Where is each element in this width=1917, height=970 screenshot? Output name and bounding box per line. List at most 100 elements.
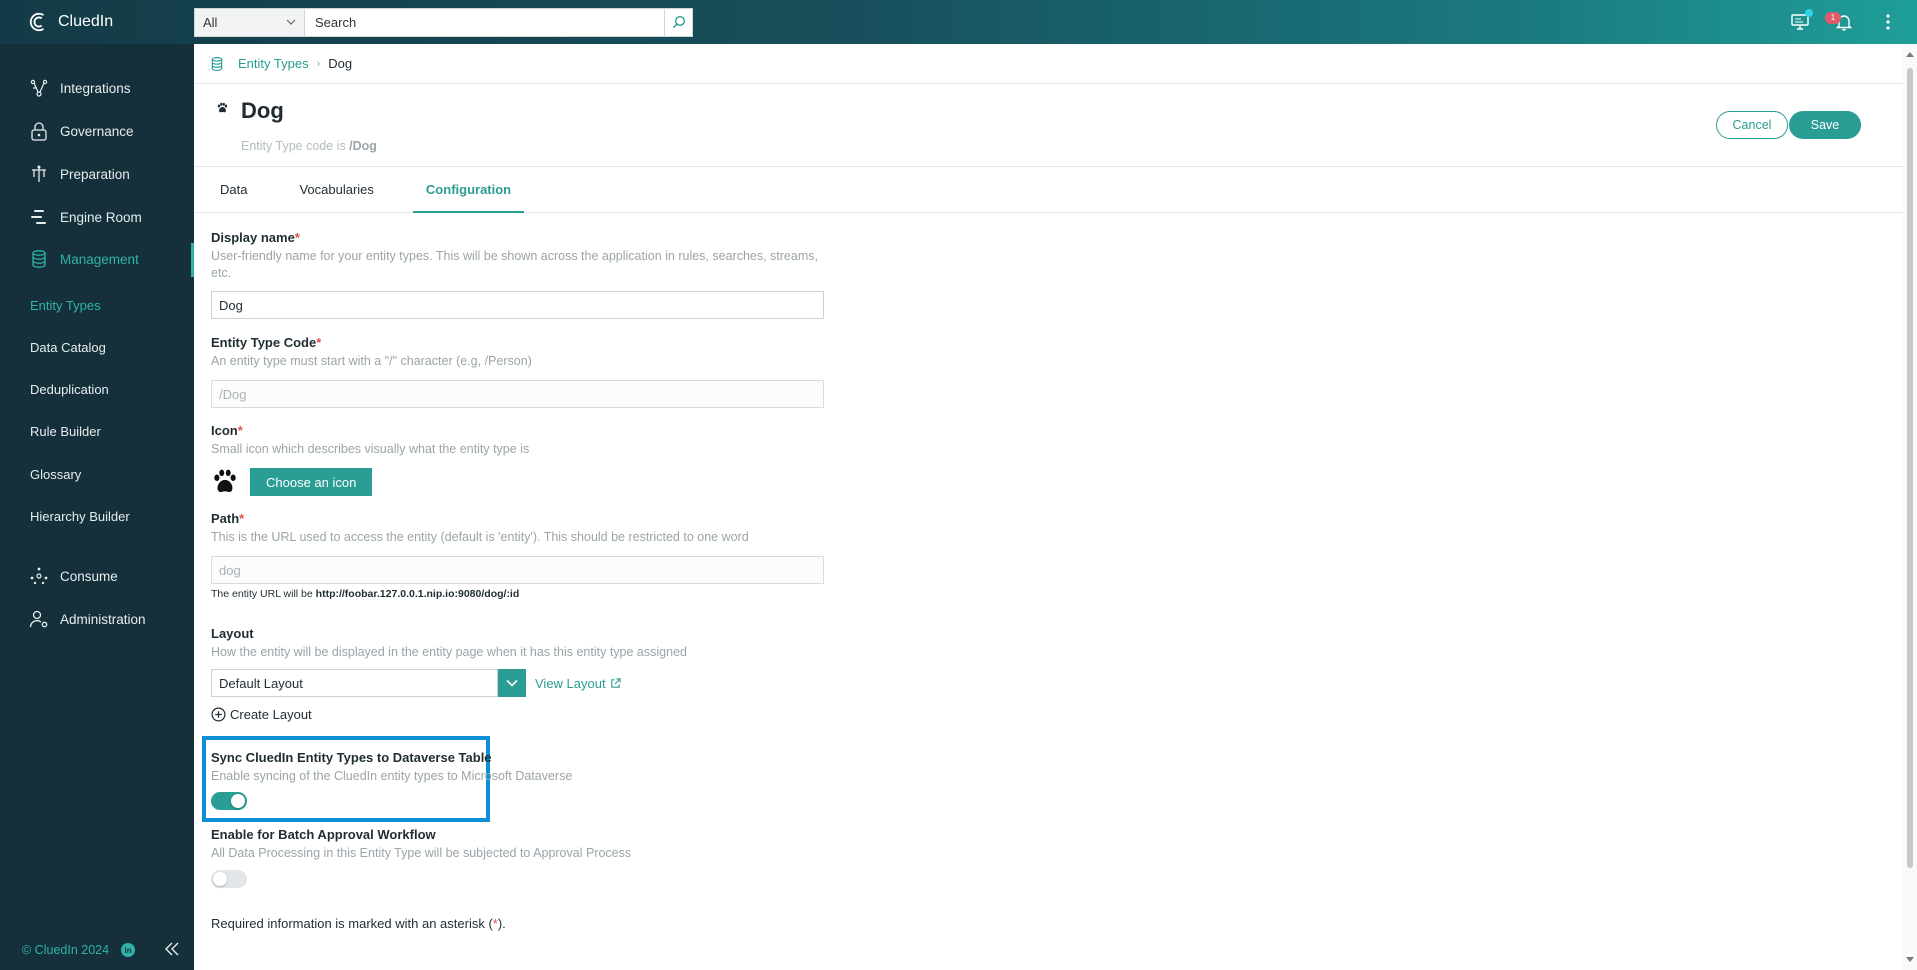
sidebar-subitem-rule-builder[interactable]: Rule Builder	[0, 416, 194, 446]
search-input[interactable]	[304, 7, 664, 37]
search-scope-value: All	[203, 14, 218, 30]
required-asterisk: *	[239, 511, 245, 526]
chevron-down-icon	[506, 679, 518, 687]
display-name-label: Display name*	[211, 230, 821, 245]
cancel-button[interactable]: Cancel	[1716, 111, 1788, 139]
sidebar-item-consume[interactable]: Consume	[0, 558, 194, 594]
sync-dataverse-toggle[interactable]	[211, 792, 247, 810]
main-content: Entity Types › Dog Dog Entity Type code …	[194, 44, 1903, 970]
sync-dataverse-help: Enable syncing of the CluedIn entity typ…	[211, 769, 573, 783]
external-link-icon	[610, 678, 621, 688]
breadcrumb-current: Dog	[328, 56, 353, 71]
icon-label: Icon*	[211, 423, 529, 438]
view-layout-label: View Layout	[535, 676, 606, 691]
entity-url-prefix: The entity URL will be	[211, 588, 316, 600]
path-group: Path* This is the URL used to access the…	[211, 511, 749, 546]
view-layout-link[interactable]: View Layout	[535, 676, 621, 691]
batch-approval-help: All Data Processing in this Entity Type …	[211, 846, 632, 860]
breadcrumb-link-entity-types[interactable]: Entity Types	[238, 56, 309, 71]
sidebar-item-label: Management	[60, 251, 139, 267]
display-name-label-text: Display name	[211, 230, 295, 245]
save-button[interactable]: Save	[1789, 111, 1861, 139]
sidebar-item-label: Administration	[60, 611, 146, 627]
sidebar-item-management[interactable]: Management	[0, 241, 194, 277]
display-name-input[interactable]	[211, 291, 824, 319]
layout-select[interactable]: Default Layout	[211, 669, 526, 697]
batch-approval-label: Enable for Batch Approval Workflow	[211, 827, 436, 842]
required-note-suffix: ).	[497, 916, 506, 931]
sidebar-subitem-label: Rule Builder	[30, 423, 101, 439]
sidebar-subitem-hierarchy-builder[interactable]: Hierarchy Builder	[0, 501, 194, 531]
choose-icon-button[interactable]: Choose an icon	[250, 468, 373, 496]
sidebar-item-governance[interactable]: Governance	[0, 113, 194, 149]
tab-data[interactable]: Data	[207, 166, 260, 212]
path-input	[211, 556, 824, 584]
entity-type-code-label: Entity Type Code*	[211, 335, 532, 350]
sidebar-item-preparation[interactable]: Preparation	[0, 156, 194, 192]
batch-approval-toggle[interactable]	[211, 870, 247, 888]
tab-vocabularies[interactable]: Vocabularies	[286, 166, 386, 212]
sidebar-item-label: Integrations	[60, 80, 131, 96]
entity-url-hint: The entity URL will be http://foobar.127…	[211, 588, 519, 600]
subtitle-prefix: Entity Type code is	[241, 139, 350, 153]
lock-icon	[28, 120, 50, 142]
create-layout-label: Create Layout	[230, 707, 312, 722]
preparation-icon	[28, 163, 50, 185]
page-scrollbar[interactable]	[1903, 44, 1917, 970]
sidebar-subitem-data-catalog[interactable]: Data Catalog	[0, 332, 194, 362]
layout-dropdown-button[interactable]	[498, 669, 526, 697]
sidebar-item-integrations[interactable]: Integrations	[0, 70, 194, 106]
search-scope-select[interactable]: All	[194, 7, 304, 37]
entity-type-code-label-text: Entity Type Code	[211, 335, 317, 350]
sync-dataverse-label: Sync CluedIn Entity Types to Dataverse T…	[211, 750, 492, 765]
sidebar: Integrations Governance Preparation Engi…	[0, 44, 194, 970]
brand[interactable]: CluedIn	[0, 11, 194, 33]
search-button[interactable]	[664, 7, 693, 37]
subtitle-code: /Dog	[349, 139, 377, 153]
paw-icon	[217, 102, 228, 113]
sidebar-subitem-deduplication[interactable]: Deduplication	[0, 374, 194, 404]
sidebar-subitem-label: Deduplication	[30, 381, 109, 397]
collapse-sidebar-icon[interactable]	[164, 942, 180, 959]
integrations-icon	[28, 77, 50, 99]
cluedin-logo-icon	[29, 12, 45, 32]
sidebar-item-label: Governance	[60, 123, 134, 139]
sidebar-subitem-label: Glossary	[30, 466, 82, 482]
page-subtitle: Entity Type code is /Dog	[241, 139, 377, 153]
entity-type-code-input	[211, 380, 824, 408]
top-right-actions: 1	[1789, 9, 1917, 33]
sidebar-item-administration[interactable]: Administration	[0, 601, 194, 637]
required-note: Required information is marked with an a…	[211, 916, 506, 931]
entity-type-code-help: An entity type must start with a "/" cha…	[211, 354, 532, 368]
top-bar: CluedIn All 1	[0, 0, 1917, 44]
sidebar-subitem-label: Entity Types	[30, 297, 101, 313]
monitor-button[interactable]	[1789, 9, 1813, 33]
sidebar-item-engine-room[interactable]: Engine Room	[0, 199, 194, 235]
batch-approval-group: Enable for Batch Approval Workflow All D…	[211, 827, 631, 862]
icon-group: Icon* Small icon which describes visuall…	[211, 423, 529, 458]
engine-room-icon	[28, 206, 50, 228]
create-layout-link[interactable]: Create Layout	[211, 707, 312, 722]
required-note-prefix: Required information is marked with an a…	[211, 916, 493, 931]
sidebar-subitem-glossary[interactable]: Glossary	[0, 459, 194, 489]
consume-icon	[28, 565, 50, 587]
more-menu-button[interactable]	[1877, 11, 1899, 33]
scroll-down-arrow-icon[interactable]	[1906, 957, 1914, 962]
layout-label: Layout	[211, 626, 254, 641]
scroll-thumb[interactable]	[1907, 68, 1913, 868]
breadcrumb: Entity Types › Dog	[194, 44, 1903, 84]
layout-help: How the entity will be displayed in the …	[211, 645, 687, 659]
notifications-button[interactable]: 1	[1825, 11, 1855, 33]
scroll-up-arrow-icon[interactable]	[1906, 52, 1914, 57]
tab-configuration[interactable]: Configuration	[412, 166, 525, 213]
paw-icon	[214, 469, 236, 492]
display-name-group: Display name* User-friendly name for you…	[211, 230, 821, 282]
tab-bar: Data Vocabularies Configuration	[194, 167, 1903, 213]
search-bar: All	[194, 7, 693, 37]
sidebar-item-label: Preparation	[60, 166, 130, 182]
sidebar-subitem-entity-types[interactable]: Entity Types	[0, 290, 194, 320]
required-asterisk: *	[294, 230, 300, 245]
toggle-knob	[231, 794, 245, 808]
sidebar-subitem-label: Data Catalog	[30, 339, 106, 355]
linkedin-icon[interactable]: in	[121, 943, 136, 957]
